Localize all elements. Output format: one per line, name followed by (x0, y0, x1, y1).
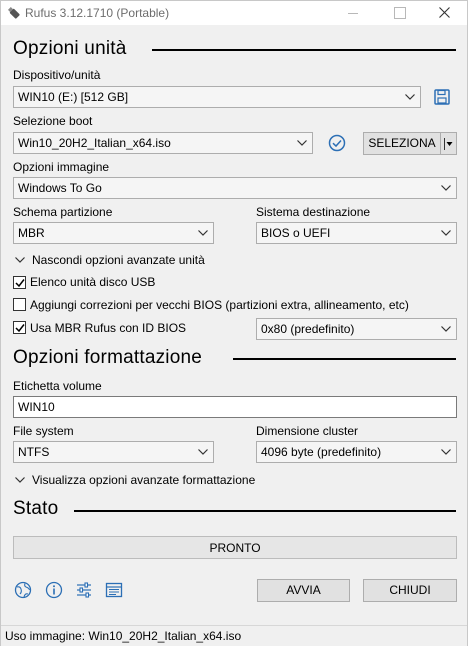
device-select-value: WIN10 (E:) [512 GB] (18, 90, 129, 104)
volume-label-value: WIN10 (18, 400, 55, 414)
log-icon[interactable] (105, 581, 123, 599)
drive-advanced-toggle-label: Nascondi opzioni avanzate unità (32, 253, 205, 267)
image-option-label: Opzioni immagine (13, 160, 110, 174)
bios-id-value: 0x80 (predefinito) (261, 322, 355, 336)
chevron-down-icon (405, 94, 415, 100)
file-system-label: File system (13, 424, 74, 438)
chevron-down-icon (15, 257, 25, 263)
cluster-size-select[interactable]: 4096 byte (predefinito) (256, 441, 457, 463)
volume-label-input[interactable]: WIN10 (13, 396, 457, 418)
status-bar-text: Uso immagine: Win10_20H2_Italian_x64.iso (5, 629, 242, 643)
bios-id-select[interactable]: 0x80 (predefinito) (256, 318, 457, 340)
drive-options-heading: Opzioni unità (13, 38, 127, 59)
partition-scheme-select[interactable]: MBR (13, 222, 214, 244)
file-system-value: NTFS (18, 445, 50, 459)
title-bar: Rufus 3.12.1710 (Portable) (1, 1, 467, 25)
volume-label-label: Etichetta volume (13, 379, 102, 393)
drive-advanced-toggle[interactable]: Nascondi opzioni avanzate unità (13, 252, 233, 268)
checkmark-icon (15, 324, 25, 333)
device-select[interactable]: WIN10 (E:) [512 GB] (13, 86, 421, 108)
image-option-value: Windows To Go (18, 181, 102, 195)
target-system-select[interactable]: BIOS o UEFI (256, 222, 457, 244)
list-usb-label: Elenco unità disco USB (30, 275, 156, 289)
chevron-down-icon (441, 230, 451, 236)
chevron-down-icon (441, 449, 451, 455)
file-system-select[interactable]: NTFS (13, 441, 214, 463)
boot-selection-label: Selezione boot (13, 114, 93, 128)
minimize-button[interactable] (330, 1, 376, 25)
list-usb-checkbox[interactable] (13, 276, 26, 289)
boot-selection-select[interactable]: Win10_20H2_Italian_x64.iso (13, 132, 313, 154)
cluster-size-value: 4096 byte (predefinito) (261, 445, 382, 459)
image-option-select[interactable]: Windows To Go (13, 177, 457, 199)
cluster-size-label: Dimensione cluster (256, 424, 359, 438)
partition-scheme-label: Schema partizione (13, 205, 113, 219)
close-button[interactable]: CHIUDI (363, 579, 457, 602)
status-heading: Stato (13, 498, 59, 519)
partition-scheme-value: MBR (18, 226, 45, 240)
format-advanced-toggle[interactable]: Visualizza opzioni avanzate formattazion… (13, 472, 263, 488)
info-icon[interactable] (45, 581, 63, 599)
chevron-down-icon (441, 185, 451, 191)
checkmark-icon (15, 279, 25, 288)
format-advanced-toggle-label: Visualizza opzioni avanzate formattazion… (32, 473, 256, 487)
device-label: Dispositivo/unità (13, 68, 101, 82)
target-system-label: Sistema destinazione (256, 205, 371, 219)
split-dropdown-icon (444, 138, 453, 150)
section-divider (152, 49, 456, 51)
settings-sliders-icon[interactable] (75, 581, 93, 599)
usb-drive-icon (7, 6, 21, 23)
status-progress-text: PRONTO (209, 541, 261, 555)
rufus-mbr-checkbox[interactable] (13, 321, 26, 334)
section-divider (74, 510, 456, 512)
target-system-value: BIOS o UEFI (261, 226, 331, 240)
chevron-down-icon (198, 230, 208, 236)
chevron-down-icon (198, 449, 208, 455)
chevron-down-icon (15, 477, 25, 483)
verify-check-icon[interactable] (328, 134, 346, 152)
save-icon[interactable] (433, 88, 451, 106)
old-bios-fixes-checkbox[interactable] (13, 298, 26, 311)
globe-icon[interactable] (14, 581, 32, 599)
maximize-button[interactable] (376, 1, 422, 25)
select-split-dropdown[interactable] (440, 132, 457, 155)
select-image-button[interactable]: SELEZIONA (363, 132, 441, 155)
rufus-window: Rufus 3.12.1710 (Portable) Opzioni unità… (0, 0, 468, 646)
chevron-down-icon (441, 326, 451, 332)
window-title: Rufus 3.12.1710 (Portable) (25, 6, 170, 20)
format-options-heading: Opzioni formattazione (13, 347, 203, 368)
close-window-button[interactable] (421, 1, 467, 25)
boot-selection-value: Win10_20H2_Italian_x64.iso (18, 136, 171, 150)
rufus-mbr-label: Usa MBR Rufus con ID BIOS (30, 321, 187, 335)
chevron-down-icon (297, 140, 307, 146)
section-divider (233, 358, 456, 360)
status-progress-bar: PRONTO (13, 536, 457, 559)
old-bios-fixes-label: Aggiungi correzioni per vecchi BIOS (par… (30, 298, 409, 312)
status-bar: Uso immagine: Win10_20H2_Italian_x64.iso (1, 625, 467, 646)
close-icon (439, 7, 450, 18)
start-button[interactable]: AVVIA (257, 579, 350, 602)
